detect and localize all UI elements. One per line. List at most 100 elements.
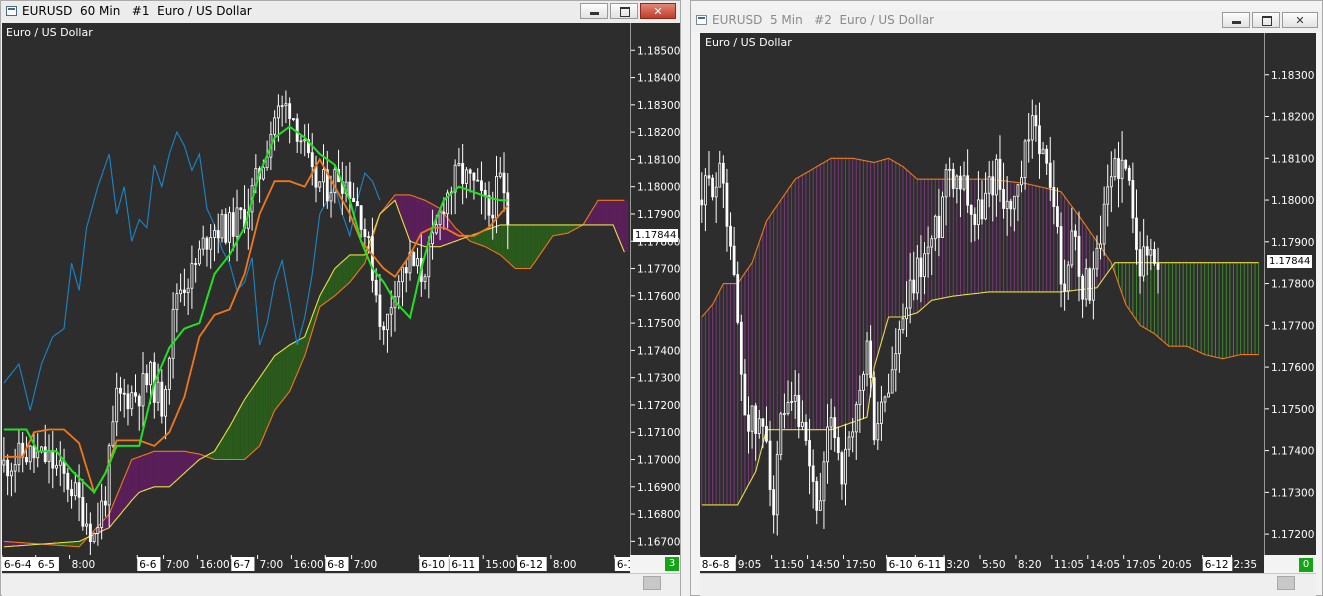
kumo-segment: [598, 200, 602, 225]
candle-down: [461, 163, 465, 184]
price-chart-area[interactable]: Euro / US Dollar: [2, 23, 630, 555]
time-tick-label: 5:50: [982, 559, 1006, 571]
candle-up: [55, 464, 58, 469]
horizontal-scrollbar[interactable]: [700, 573, 1316, 596]
close-button[interactable]: ✕: [1282, 12, 1318, 28]
candle-down: [1048, 162, 1052, 188]
kumo-segment: [504, 224, 508, 262]
candle-down: [951, 168, 955, 189]
candle-up: [457, 163, 461, 166]
time-axis-svg: 6-6-4 6-5 8:00 6-6 7:00 16:00 6-7 7:00 16:00 6-8 7…: [2, 555, 630, 571]
kumo-segment: [338, 261, 343, 293]
kumo-segment: [485, 228, 489, 249]
candle-up: [96, 527, 100, 534]
price-axis[interactable]: 1.18300 1.18200 1.18100 1.18000 1.17900 1.178…: [1264, 33, 1316, 555]
candle-down: [348, 181, 352, 199]
candle-down: [103, 500, 107, 506]
candle-up: [786, 401, 790, 415]
candle-down: [81, 496, 85, 527]
last-price-marker: 1.17844: [1267, 255, 1313, 268]
candle-down: [70, 488, 74, 497]
candle-up: [818, 500, 822, 511]
candle-up: [890, 369, 894, 394]
candle-down: [700, 199, 704, 206]
candle-up: [322, 169, 325, 183]
time-tick-label: 8:20: [1018, 559, 1042, 571]
candle-up: [273, 117, 277, 135]
kumo-segment: [522, 224, 527, 269]
candle-up: [130, 392, 134, 410]
candle-up: [431, 232, 435, 245]
kumo-segment: [413, 196, 418, 244]
candle-down: [231, 212, 235, 237]
price-tick-label: 1.18300: [1271, 70, 1314, 82]
candle-up: [854, 404, 858, 433]
price-tick-label: 1.17300: [637, 373, 680, 385]
candle-down: [1077, 235, 1081, 277]
candle-up: [434, 224, 438, 234]
candle-down: [969, 204, 973, 215]
minimize-button[interactable]: [580, 3, 608, 19]
candle-up: [984, 192, 987, 220]
kumo-segment: [278, 350, 283, 406]
candle-down: [502, 172, 506, 194]
kumo-segment: [282, 347, 286, 401]
price-axis[interactable]: 1.18500 1.18400 1.18300 1.18200 1.18100 1.180…: [630, 23, 680, 555]
candle-up: [186, 287, 190, 294]
candle-up: [13, 464, 17, 472]
candle-down: [314, 166, 318, 188]
price-axis-svg: 1.18300 1.18200 1.18100 1.18000 1.17900 1.178…: [1265, 70, 1314, 541]
chart-window-eurusd-5min[interactable]: EURUSD 5 Min #2 Euro / US Dollar ✕ Euro …: [690, 0, 1323, 596]
maximize-button[interactable]: [610, 3, 638, 19]
price-tick-label: 1.17800: [1271, 279, 1314, 291]
candle-down: [1156, 263, 1160, 270]
kumo-segment: [534, 224, 538, 264]
price-tick-label: 1.18000: [1271, 195, 1314, 207]
chart-window-eurusd-60min[interactable]: EURUSD 60 Min #1 Euro / US Dollar ✕ Euro…: [0, 0, 681, 596]
price-tick-label: 1.17700: [1271, 320, 1314, 332]
kumo-segment: [274, 353, 279, 411]
kumo-segment: [169, 451, 174, 487]
candle-up: [190, 263, 194, 289]
close-button[interactable]: ✕: [640, 3, 676, 19]
time-axis[interactable]: 8-6-8 9:05 11:50 14:50 17:50 6-10 6-11 3:20 5:50…: [700, 555, 1264, 573]
candle-up: [220, 213, 224, 239]
candle-down: [412, 252, 416, 267]
candle-up: [1012, 195, 1016, 210]
candle-up: [876, 423, 880, 441]
kumo-segment: [519, 224, 523, 269]
price-tick-label: 1.18200: [1271, 112, 1314, 124]
scrollbar-thumb[interactable]: [643, 576, 661, 590]
price-tick-label: 1.17300: [1271, 487, 1314, 499]
time-axis[interactable]: 6-6-4 6-5 8:00 6-6 7:00 16:00 6-7 7:00 16:00 6-8 7…: [2, 555, 630, 573]
horizontal-scrollbar[interactable]: [2, 573, 680, 596]
candle-up: [171, 309, 175, 359]
candle-up: [164, 389, 168, 417]
kumo-segment: [601, 200, 606, 225]
maximize-button[interactable]: [1252, 12, 1280, 28]
price-tick-label: 1.17900: [1271, 237, 1314, 249]
minimize-button[interactable]: [1222, 12, 1250, 28]
kumo-segment: [139, 455, 144, 493]
candle-up: [977, 199, 980, 226]
time-tick-label: 6-10: [889, 559, 913, 571]
time-tick-label: 14:50: [810, 559, 840, 571]
candle-down: [472, 172, 476, 181]
window-titlebar[interactable]: EURUSD 60 Min #1 Euro / US Dollar ✕: [1, 1, 680, 23]
candle-down: [912, 279, 916, 294]
candle-up: [453, 164, 457, 193]
candle-up: [201, 237, 205, 250]
candle-down: [747, 414, 750, 432]
candle-up: [750, 405, 754, 432]
candle-down: [1002, 189, 1005, 209]
candle-up: [495, 176, 498, 219]
window-titlebar[interactable]: EURUSD 5 Min #2 Euro / US Dollar ✕: [691, 10, 1322, 32]
candle-down: [833, 417, 837, 439]
candle-up: [1142, 246, 1146, 277]
kumo-segment: [173, 451, 177, 484]
candle-down: [1045, 148, 1049, 164]
scrollbar-thumb[interactable]: [1277, 576, 1295, 590]
price-chart-area[interactable]: Euro / US Dollar: [700, 33, 1264, 555]
kumo-segment: [342, 258, 347, 289]
candle-down: [725, 182, 729, 227]
